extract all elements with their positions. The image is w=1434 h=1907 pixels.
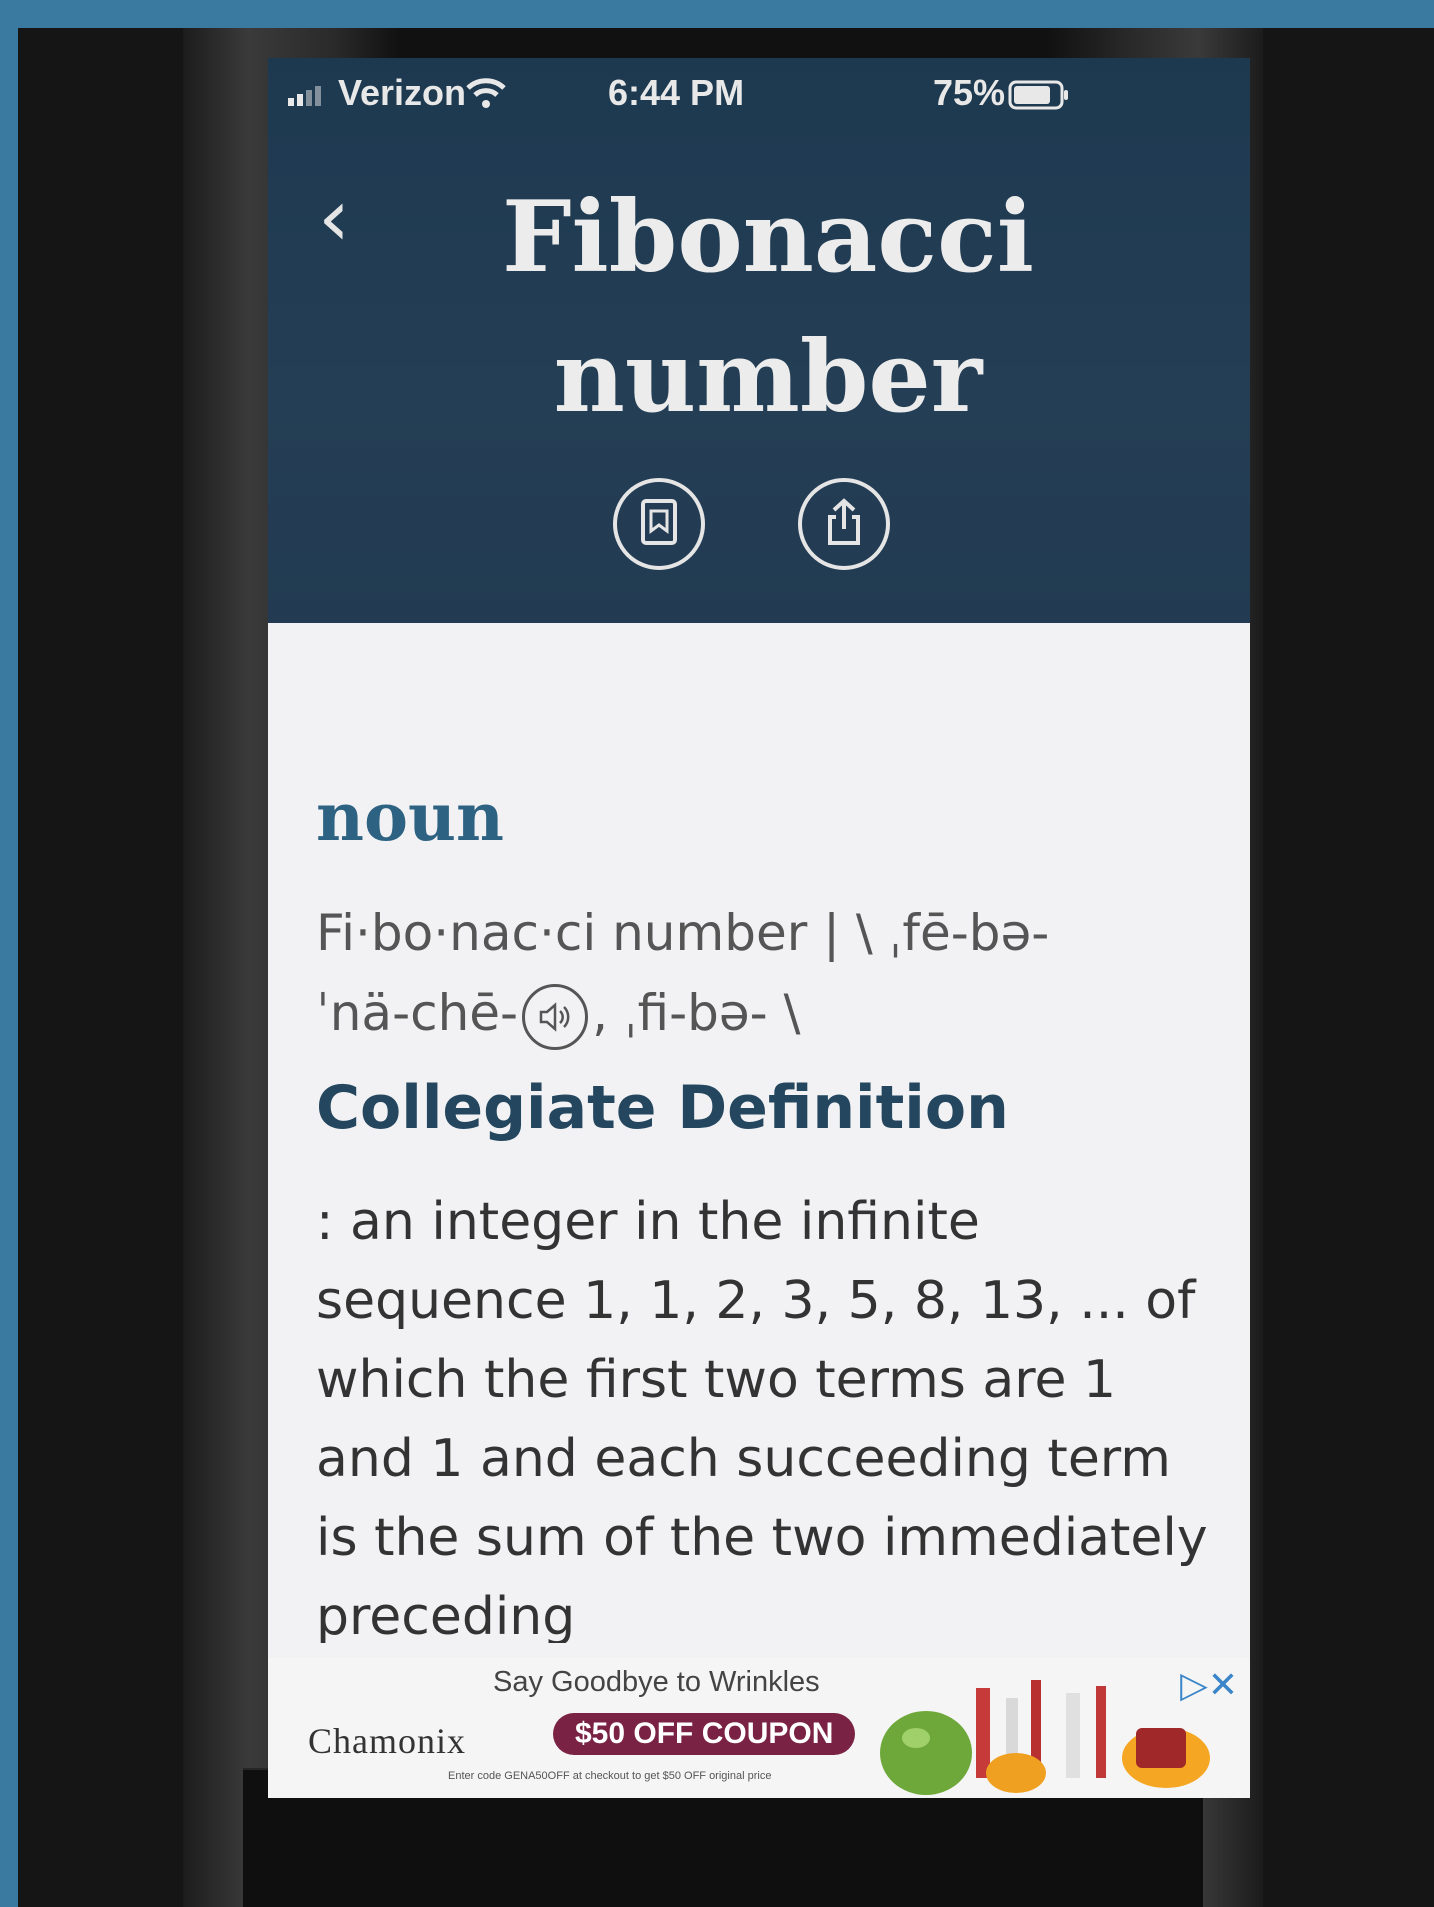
back-chevron-icon[interactable]: ‹	[318, 178, 350, 258]
pronunciation: Fi·bo·nac·ci number | \ ˌfē-bə- ˈnä-chē-…	[316, 893, 1196, 1053]
pronunciation-part-2: , ˌfi-bə- \	[592, 984, 801, 1042]
ad-coupon-button[interactable]: $50 OFF COUPON	[553, 1713, 856, 1755]
part-of-speech: noun	[316, 778, 504, 856]
share-button[interactable]	[798, 478, 890, 570]
bookmark-icon	[637, 497, 681, 552]
ad-close-icon[interactable]: ▷✕	[1180, 1664, 1238, 1706]
ad-fine-print: Enter code GENA50OFF at checkout to get …	[448, 1770, 772, 1782]
pronunciation-part-1: ˈnä-chē-	[316, 984, 519, 1042]
title-line-1: Fibonacci	[501, 180, 1034, 295]
page-title: Fibonacci number	[368, 168, 1168, 448]
battery-icon	[1008, 80, 1070, 115]
phone-screen: Verizon 6:44 PM 75% ‹ Fibonacci number n…	[268, 58, 1250, 1798]
ad-headline: Say Goodbye to Wrinkles	[493, 1666, 820, 1698]
clock: 6:44 PM	[608, 72, 745, 113]
definition-text: : an integer in the infinite sequence 1,…	[316, 1192, 1208, 1643]
audio-speaker-icon[interactable]	[522, 983, 589, 1050]
photo-frame: Verizon 6:44 PM 75% ‹ Fibonacci number n…	[18, 28, 1434, 1907]
signal-icon	[288, 86, 324, 106]
pronunciation-line-1: Fi·bo·nac·ci number | \ ˌfē-bə-	[316, 904, 1050, 962]
bookmark-button[interactable]	[613, 478, 705, 570]
ad-product-image	[866, 1658, 1226, 1798]
battery-percent: 75%	[933, 72, 1006, 113]
definition-heading: Collegiate Definition	[316, 1073, 1009, 1143]
ad-banner[interactable]: Say Goodbye to Wrinkles Chamonix $50 OFF…	[268, 1658, 1250, 1798]
wifi-icon	[466, 76, 506, 115]
app-header: Verizon 6:44 PM 75% ‹ Fibonacci number	[268, 58, 1250, 623]
carrier-label: Verizon	[338, 72, 467, 113]
share-icon	[822, 497, 866, 552]
ad-brand-logo: Chamonix	[308, 1721, 466, 1761]
title-line-2: number	[553, 320, 983, 435]
pronunciation-line-2: ˈnä-chē- , ˌfi-bə- \	[316, 973, 1196, 1053]
